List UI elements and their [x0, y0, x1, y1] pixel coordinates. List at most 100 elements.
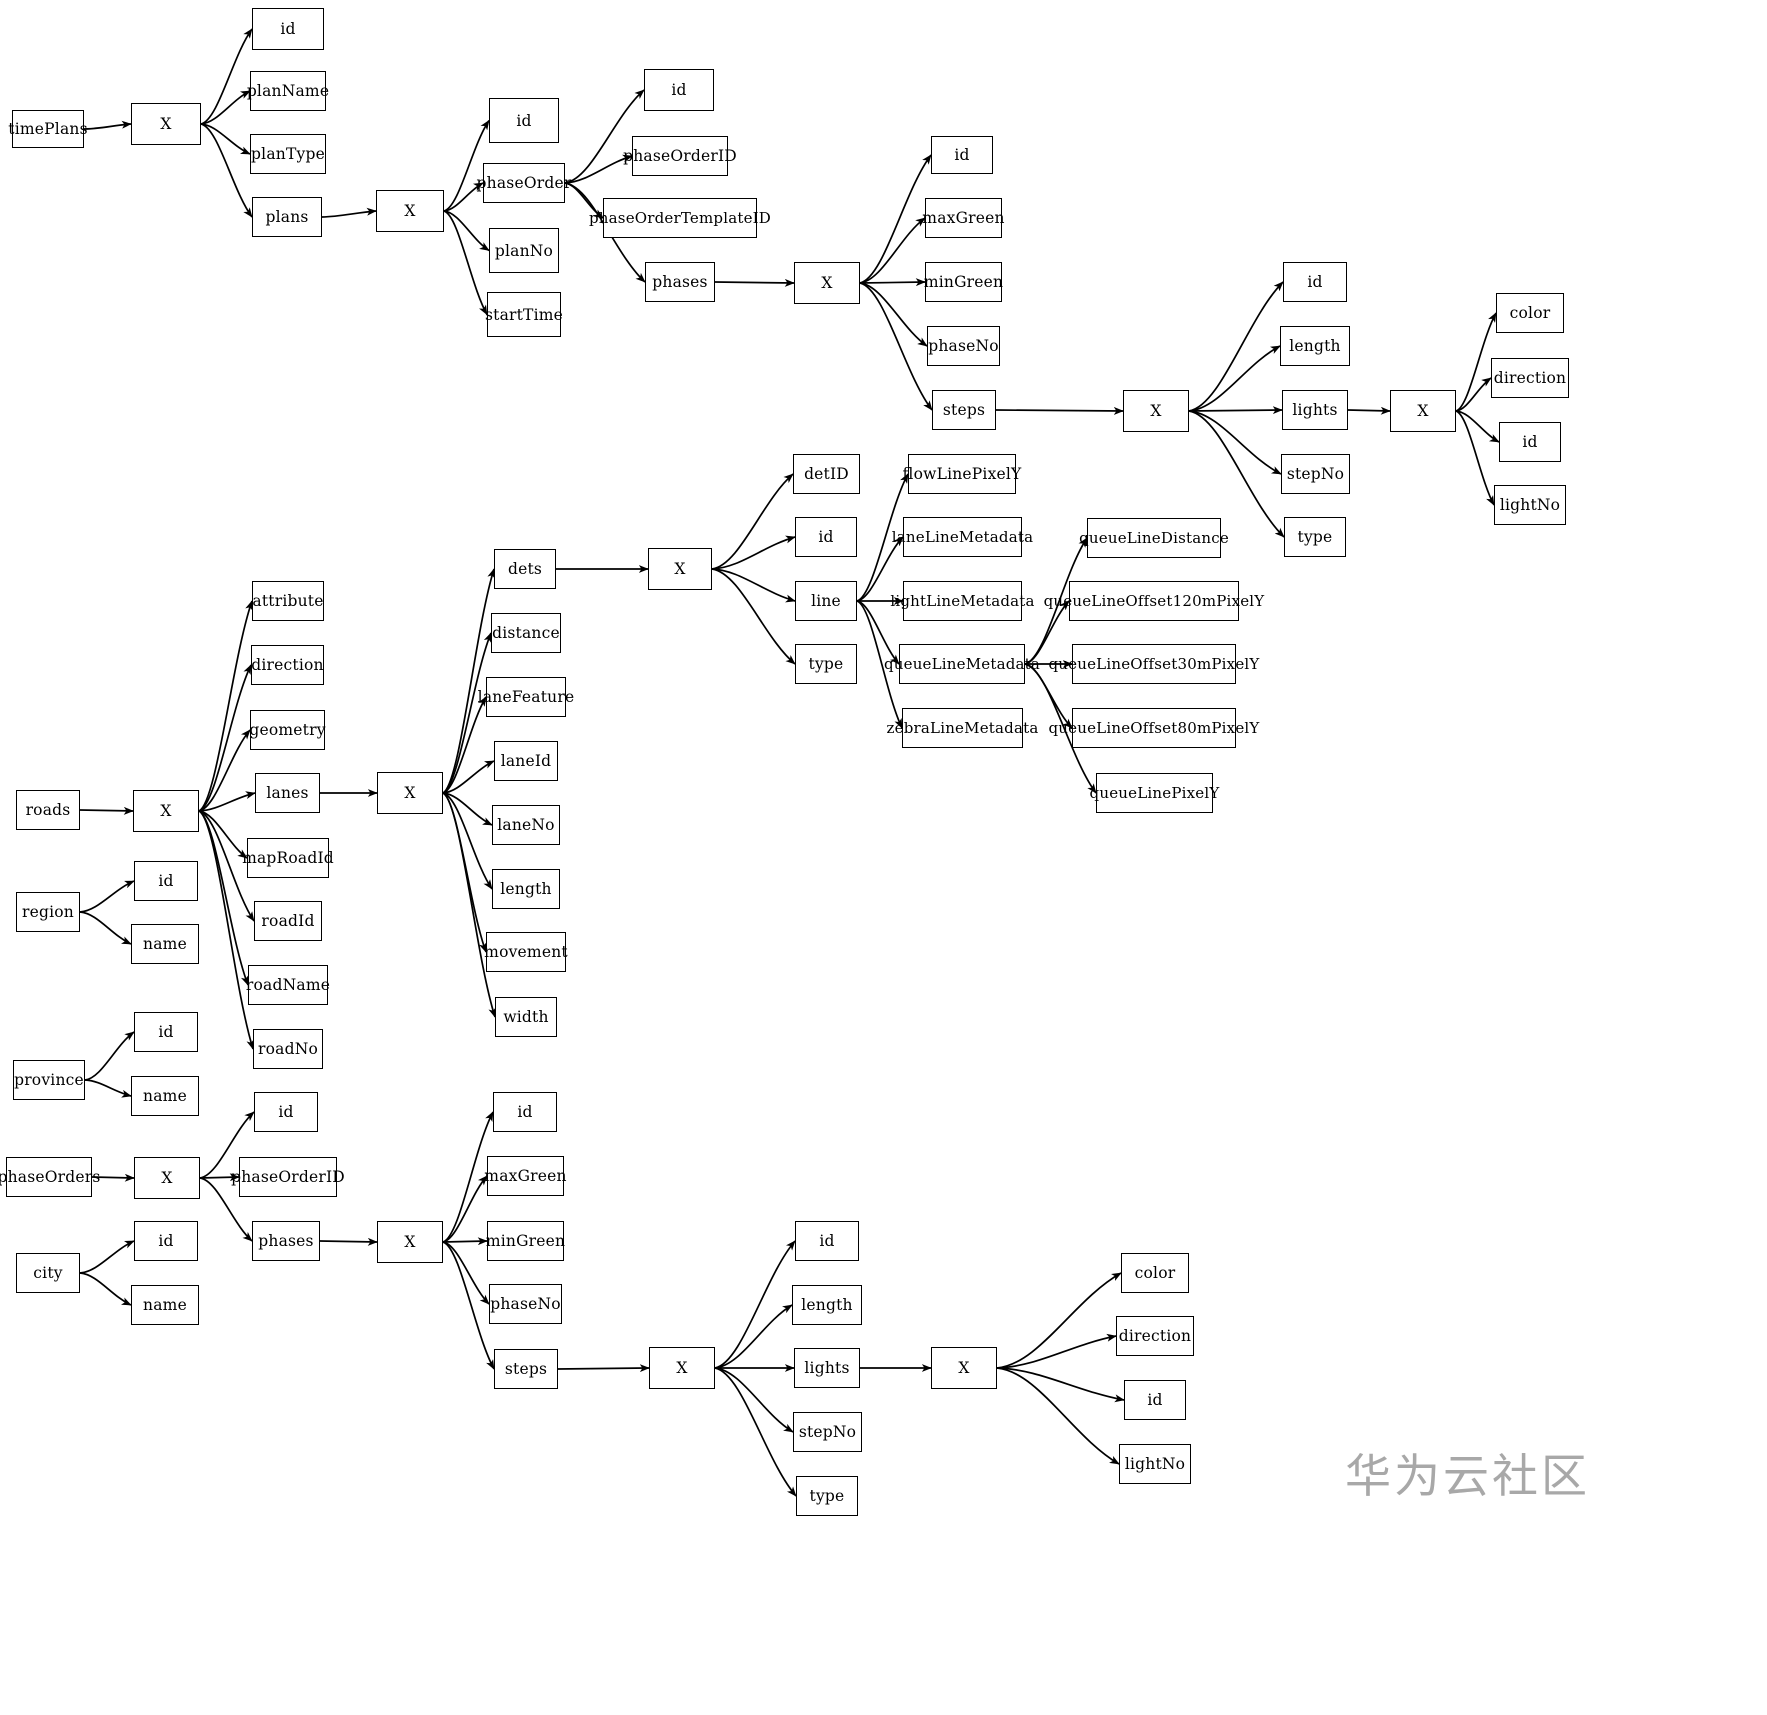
- field-node-id-n31: id: [1499, 422, 1561, 462]
- edge-n67-to-n69: [79, 911, 132, 945]
- field-node-lights-n25: lights: [1282, 390, 1348, 430]
- edge-n67-to-n68: [79, 880, 135, 913]
- field-node-lightlinemetadata-n41: lightLineMetadata: [890, 581, 1034, 621]
- junction-node-x-n7: X: [376, 190, 444, 232]
- field-node-maproadid-n55: mapRoadId: [242, 838, 334, 878]
- field-node-queuelinedistance-n44: queueLineDistance: [1079, 518, 1229, 558]
- edge-n15-to-n16: [714, 278, 795, 287]
- junction-node-x-n16: X: [794, 262, 860, 304]
- field-node-dets-n36: dets: [494, 549, 556, 589]
- field-node-plans-n6: plans: [252, 197, 322, 237]
- field-node-roadid-n56: roadId: [254, 901, 322, 941]
- edge-n59-to-n63: [442, 792, 493, 826]
- field-node-id-n12: id: [644, 69, 714, 111]
- field-node-timeplans-n1: timePlans: [8, 110, 88, 148]
- field-node-id-n8: id: [489, 98, 559, 143]
- edge-n28-to-n30: [1455, 377, 1492, 412]
- edge-n70-to-n71: [84, 1031, 135, 1081]
- field-node-phaseordertemplateid-n14: phaseOrderTemplateID: [589, 198, 771, 238]
- field-node-phaseorderid-n76: phaseOrderID: [231, 1157, 345, 1197]
- watermark: 华为云社区: [1345, 1449, 1590, 1503]
- edge-n16-to-n21: [859, 282, 933, 411]
- edge-n50-to-n52: [198, 664, 252, 812]
- field-node-direction-n95: direction: [1116, 1316, 1194, 1356]
- field-node-phases-n15: phases: [645, 262, 715, 302]
- field-node-queuelinemetadata-n42: queueLineMetadata: [884, 644, 1040, 684]
- edge-n87-to-n91: [714, 1367, 794, 1433]
- diagram-canvas: timePlans Xid planName planType plans Xid phas…: [0, 0, 1767, 1715]
- field-node-maxgreen-n18: maxGreen: [922, 198, 1005, 238]
- field-node-movement-n65: movement: [484, 932, 568, 972]
- field-node-lanefeature-n61: laneFeature: [478, 677, 574, 717]
- junction-node-x-n59: X: [377, 772, 443, 814]
- edge-n59-to-n62: [442, 760, 495, 794]
- field-node-color-n94: color: [1121, 1253, 1189, 1293]
- edge-n59-to-n66: [442, 792, 497, 1018]
- field-node-type-n38: type: [795, 644, 857, 684]
- field-node-queuelinepixely-n48: queueLinePixelY: [1090, 773, 1219, 813]
- field-node-id-n34: id: [795, 517, 857, 557]
- junction-node-x-n22: X: [1123, 390, 1189, 432]
- junction-node-x-n28: X: [1390, 390, 1456, 432]
- field-node-lightno-n97: lightNo: [1119, 1444, 1191, 1484]
- field-node-stepno-n26: stepNo: [1281, 454, 1350, 494]
- field-node-name-n72: name: [131, 1076, 199, 1116]
- field-node-province-n70: province: [13, 1060, 85, 1100]
- field-node-city-n78: city: [16, 1253, 80, 1293]
- edge-n16-to-n20: [859, 282, 928, 347]
- edge-n50-to-n55: [198, 810, 248, 859]
- edge-n93-to-n97: [996, 1367, 1120, 1465]
- edge-n28-to-n32: [1455, 410, 1495, 506]
- field-node-steps-n21: steps: [932, 390, 996, 430]
- field-node-lights-n90: lights: [794, 1348, 860, 1388]
- edge-n25-to-n28: [1347, 406, 1391, 415]
- field-node-zebralinemetadata-n43: zebraLineMetadata: [887, 708, 1038, 748]
- field-node-id-n75: id: [254, 1092, 318, 1132]
- field-node-color-n29: color: [1496, 293, 1564, 333]
- edge-n81-to-n83: [442, 1175, 488, 1243]
- edge-n16-to-n17: [859, 154, 932, 284]
- edge-n59-to-n64: [442, 792, 493, 890]
- field-node-length-n64: length: [492, 869, 560, 909]
- edge-n22-to-n24: [1188, 345, 1281, 412]
- field-node-laneno-n63: laneNo: [492, 805, 560, 845]
- field-node-mingreen-n19: minGreen: [924, 262, 1003, 302]
- edge-n21-to-n22: [995, 406, 1124, 415]
- field-node-distance-n60: distance: [491, 613, 561, 653]
- field-node-name-n80: name: [131, 1285, 199, 1325]
- field-node-length-n89: length: [792, 1285, 862, 1325]
- field-node-queuelineoffset30mpixely-n46: queueLineOffset30mPixelY: [1049, 644, 1259, 684]
- edge-n50-to-n58: [198, 810, 255, 1050]
- field-node-queuelineoffset120mpixely-n45: queueLineOffset120mPixelY: [1044, 581, 1264, 621]
- field-node-geometry-n53: geometry: [249, 710, 325, 750]
- junction-node-x-n2: X: [131, 103, 201, 145]
- edge-n2-to-n3: [200, 28, 253, 125]
- field-node-id-n96: id: [1124, 1380, 1186, 1420]
- field-node-id-n17: id: [931, 136, 993, 174]
- edge-n93-to-n95: [996, 1333, 1117, 1369]
- edge-n81-to-n84: [442, 1237, 488, 1246]
- edge-n22-to-n26: [1188, 410, 1282, 475]
- field-node-phaseorderid-n13: phaseOrderID: [623, 136, 737, 176]
- junction-node-x-n50: X: [133, 790, 199, 832]
- field-node-phaseorders-n73: phaseOrders: [0, 1157, 100, 1197]
- edge-n50-to-n57: [198, 810, 249, 986]
- edge-n78-to-n80: [79, 1272, 132, 1306]
- field-node-laneid-n62: laneId: [494, 741, 558, 781]
- junction-node-x-n81: X: [377, 1221, 443, 1263]
- edge-n7-to-n11: [443, 210, 488, 316]
- edge-n28-to-n31: [1455, 410, 1500, 443]
- field-node-region-n67: region: [16, 892, 80, 932]
- field-node-id-n79: id: [134, 1221, 198, 1261]
- junction-node-x-n35: X: [648, 548, 712, 590]
- edge-n22-to-n23: [1188, 281, 1284, 412]
- field-node-type-n92: type: [796, 1476, 858, 1516]
- edge-n59-to-n61: [442, 696, 487, 794]
- field-node-id-n68: id: [134, 861, 198, 901]
- field-node-lanes-n54: lanes: [255, 773, 320, 813]
- edge-n78-to-n79: [79, 1240, 135, 1274]
- field-node-phaseorder-n9: phaseOrder: [477, 163, 571, 203]
- edge-n6-to-n7: [321, 207, 377, 218]
- field-node-queuelineoffset80mpixely-n47: queueLineOffset80mPixelY: [1049, 708, 1259, 748]
- field-node-stepno-n91: stepNo: [793, 1412, 862, 1452]
